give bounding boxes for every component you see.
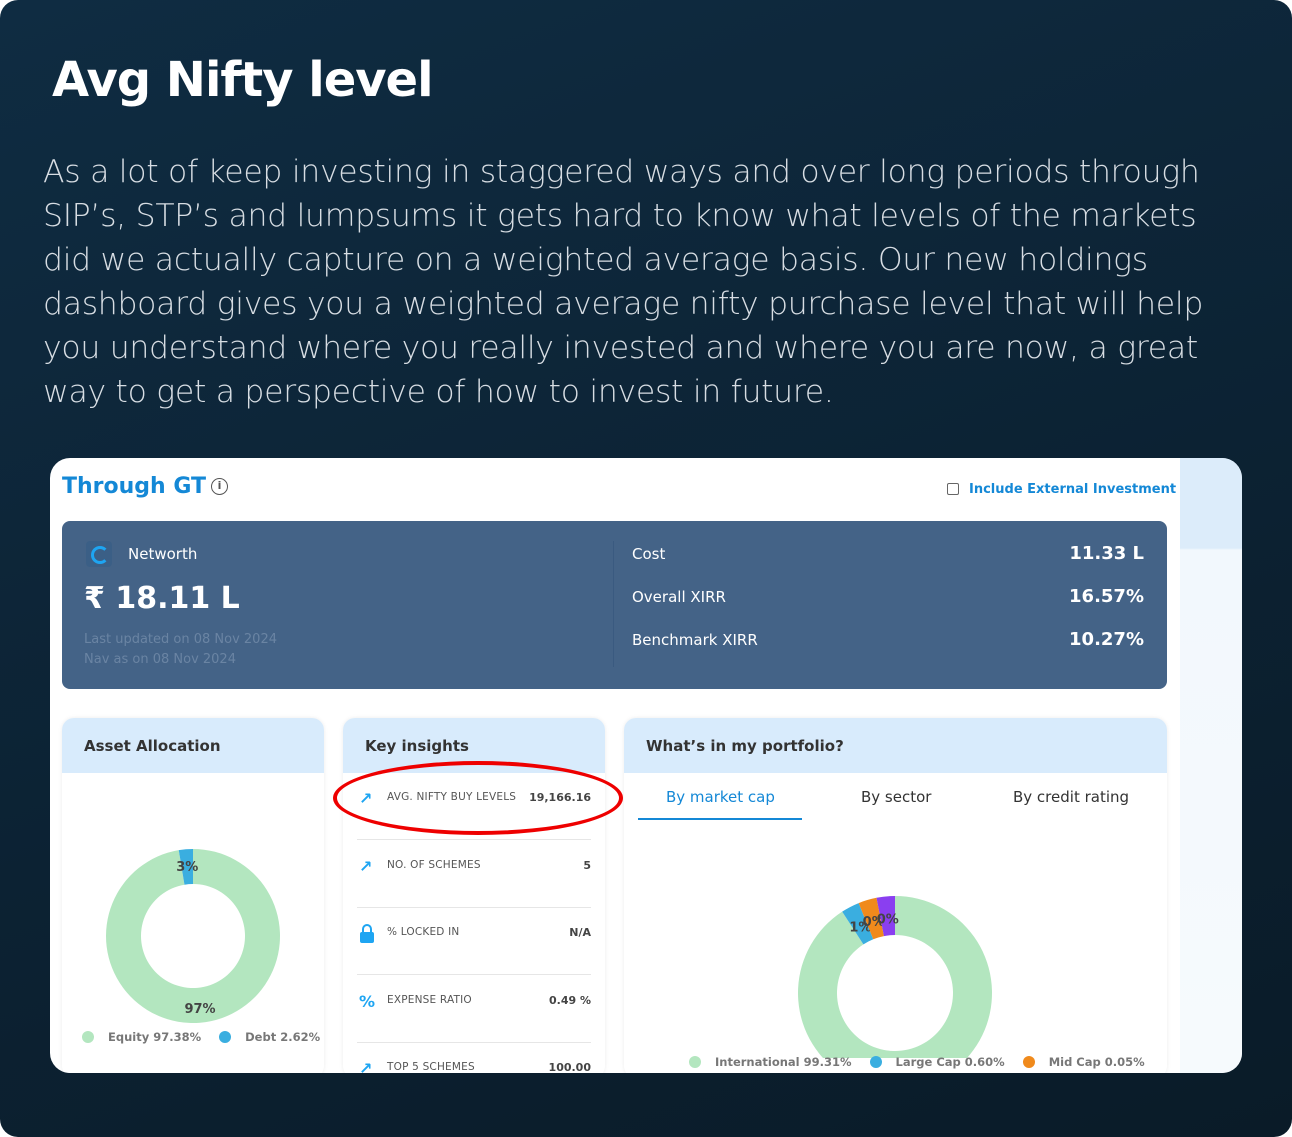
key-insight-row: ↗ NO. OF SCHEMES 5: [357, 841, 591, 908]
scroll-strip: [1180, 458, 1242, 1073]
key-insight-row: ↗ TOP 5 SCHEMES 100.00: [357, 1043, 591, 1073]
legend-text: Mid Cap 0.05%: [1048, 1055, 1145, 1069]
networth-logo-icon: [86, 541, 112, 567]
insight-value: N/A: [569, 926, 591, 939]
stat-label: Overall XIRR: [632, 588, 726, 606]
banner-divider: [613, 541, 614, 667]
include-external-toggle[interactable]: Include External Investment: [947, 482, 1176, 497]
tab-by-sector[interactable]: By sector: [861, 788, 931, 806]
percent-icon: %: [359, 991, 376, 1011]
include-external-checkbox[interactable]: [947, 483, 959, 495]
slice-label: 97%: [184, 1002, 215, 1017]
highlight-oval: [333, 761, 623, 835]
stat-overall-xirr: Overall XIRR 16.57%: [632, 586, 1144, 607]
active-tab-indicator: [638, 818, 802, 820]
stat-value: 16.57%: [1069, 586, 1144, 607]
key-insight-row: % LOCKED IN N/A: [357, 908, 591, 975]
insight-label: NO. OF SCHEMES: [387, 858, 481, 871]
legend-text: Large Cap 0.60%: [895, 1055, 1005, 1069]
legend-item-debt: Debt 2.62%: [219, 1030, 320, 1044]
legend: International 99.31% Large Cap 0.60% Mid…: [689, 1055, 1145, 1069]
key-insight-row: % EXPENSE RATIO 0.49 %: [357, 976, 591, 1043]
slice-label: 0%: [877, 912, 899, 927]
networth-label: Networth: [128, 545, 198, 563]
asset-allocation-donut: 97% 3%: [105, 849, 280, 1023]
asset-allocation-panel: Asset Allocation 97% 3% Equity 97.38% Deb…: [62, 718, 324, 1073]
stat-benchmark-xirr: Benchmark XIRR 10.27%: [632, 629, 1144, 650]
trending-up-icon: ↗: [359, 1059, 373, 1073]
last-updated: Last updated on 08 Nov 2024: [84, 632, 277, 647]
stat-label: Benchmark XIRR: [632, 631, 758, 649]
tab-by-market-cap[interactable]: By market cap: [666, 788, 775, 806]
nav-as-on: Nav as on 08 Nov 2024: [84, 652, 236, 667]
legend-dot: [82, 1031, 94, 1043]
stat-value: 11.33 L: [1069, 543, 1144, 564]
legend-text: Equity 97.38%: [108, 1030, 202, 1044]
insight-value: 0.49 %: [549, 993, 591, 1007]
legend: Equity 97.38% Debt 2.62%: [82, 1030, 320, 1044]
legend-text: Debt 2.62%: [245, 1030, 321, 1044]
legend-dot: [869, 1056, 882, 1068]
insight-label: EXPENSE RATIO: [387, 993, 472, 1006]
insight-label: TOP 5 SCHEMES: [387, 1061, 475, 1073]
legend-item-equity: Equity 97.38%: [82, 1030, 201, 1044]
card-title-text: Through GT: [62, 474, 207, 499]
panel-title: Asset Allocation: [62, 718, 324, 773]
panel-title: What’s in my portfolio?: [624, 718, 1167, 773]
slide-heading: Avg Nifty level: [52, 52, 434, 108]
stat-cost: Cost 11.33 L: [632, 543, 1144, 564]
legend-dot: [1022, 1056, 1035, 1068]
insight-value: 5: [583, 858, 591, 872]
legend-item-international: International 99.31%: [689, 1055, 852, 1069]
insight-value: 100.00: [548, 1061, 591, 1073]
stat-value: 10.27%: [1069, 629, 1144, 650]
slide: Avg Nifty level As a lot of keep investi…: [0, 0, 1292, 1137]
slide-paragraph: As a lot of keep investing in staggered …: [43, 154, 1204, 410]
lock-icon: [359, 924, 379, 944]
legend-item-mid-cap: Mid Cap 0.05%: [1022, 1055, 1145, 1069]
tab-by-credit-rating[interactable]: By credit rating: [1013, 788, 1129, 806]
legend-dot: [219, 1031, 232, 1043]
info-icon[interactable]: i: [211, 478, 229, 495]
networth-value: ₹ 18.11 L: [84, 581, 240, 616]
networth-banner: Networth ₹ 18.11 L Last updated on 08 No…: [62, 521, 1167, 689]
legend-text: International 99.31%: [715, 1055, 852, 1069]
stat-label: Cost: [632, 545, 666, 563]
holdings-dashboard-card: Through GT i Include External Investment …: [50, 458, 1242, 1073]
legend-dot: [689, 1056, 701, 1068]
card-title: Through GT i: [62, 474, 229, 499]
insight-label: % LOCKED IN: [387, 926, 460, 938]
legend-item-large-cap: Large Cap 0.60%: [869, 1055, 1005, 1069]
portfolio-panel: What’s in my portfolio? By market cap By…: [624, 718, 1167, 1073]
slice-label: 3%: [176, 860, 198, 875]
include-external-label: Include External Investment: [969, 482, 1177, 497]
market-cap-donut: 99%1%0%0%: [798, 896, 992, 1058]
trending-up-icon: ↗: [359, 856, 373, 876]
